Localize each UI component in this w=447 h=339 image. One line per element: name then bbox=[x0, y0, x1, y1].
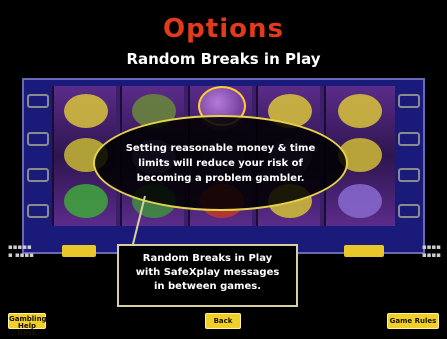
bet-indicator bbox=[62, 245, 96, 257]
frog-symbol-icon bbox=[64, 184, 108, 218]
payline-marker bbox=[27, 132, 49, 146]
back-button[interactable]: Back bbox=[205, 313, 241, 329]
responsible-gambling-message: Setting reasonable money & time limits w… bbox=[93, 115, 348, 211]
payline-marker bbox=[398, 132, 420, 146]
callout-line-2: with SafeXplay messages bbox=[135, 267, 280, 278]
payline-marker bbox=[398, 94, 420, 108]
j-card-symbol-icon bbox=[338, 184, 382, 218]
win-readout: ▪▪▪▪ ▪▪▪▪ bbox=[422, 243, 441, 259]
moon-symbol-icon bbox=[338, 94, 382, 128]
payline-marker bbox=[27, 204, 49, 218]
gambling-help-line-2: Help Desk bbox=[17, 322, 37, 337]
gambling-help-button[interactable]: Gambling Help Desk bbox=[8, 313, 47, 337]
payline-marker bbox=[398, 168, 420, 182]
payline-marker bbox=[27, 94, 49, 108]
payline-marker bbox=[398, 204, 420, 218]
game-rules-button[interactable]: Game Rules bbox=[387, 313, 439, 329]
credit-readout: ▪▪▪▪▪ ▪ ▪▪▪▪ bbox=[8, 243, 34, 259]
overlay-message-text: Setting reasonable money & time limits w… bbox=[125, 142, 316, 184]
feature-callout-box: Random Breaks in Play with SafeXplay mes… bbox=[117, 244, 298, 307]
callout-line-1: Random Breaks in Play bbox=[142, 253, 273, 264]
page-subtitle: Random Breaks in Play bbox=[126, 50, 321, 68]
callout-line-3: in between games. bbox=[153, 281, 261, 292]
win-indicator bbox=[344, 245, 384, 257]
payline-marker bbox=[27, 168, 49, 182]
page-title: Options bbox=[163, 14, 284, 44]
moon-symbol-icon bbox=[64, 94, 108, 128]
